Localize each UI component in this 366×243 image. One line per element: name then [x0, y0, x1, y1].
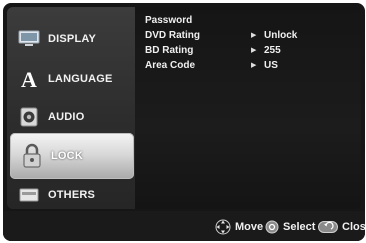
close-hint: Close	[318, 219, 365, 235]
setup-main-area: DISPLAY A LANGUAGE AUDIO LOCK OTHERS Pas…	[7, 7, 361, 209]
select-label: Select	[283, 221, 316, 233]
menu-item-label: DISPLAY	[48, 33, 97, 45]
menu-item-label: LANGUAGE	[48, 73, 113, 85]
menu-item-label: LOCK	[51, 150, 83, 162]
arrow-right-icon: ▶	[251, 32, 257, 39]
setup-menu: DISPLAY A LANGUAGE AUDIO LOCK OTHERS	[7, 7, 135, 209]
padlock-icon	[21, 143, 43, 168]
setting-name: BD Rating	[145, 45, 194, 56]
menu-item-language[interactable]: A LANGUAGE	[7, 59, 135, 99]
setting-value: 255	[264, 45, 281, 56]
setup-screen: DISPLAY A LANGUAGE AUDIO LOCK OTHERS Pas…	[3, 3, 365, 241]
setting-row-bd-rating[interactable]: BD Rating ▶ 255	[145, 45, 357, 59]
menu-item-others[interactable]: OTHERS	[7, 175, 135, 209]
arrow-right-icon: ▶	[251, 62, 257, 69]
setting-name: Password	[145, 15, 193, 26]
setting-row-password[interactable]: Password	[145, 15, 357, 29]
menu-item-label: AUDIO	[48, 111, 85, 123]
tv-icon	[18, 28, 40, 50]
setting-name: Area Code	[145, 60, 196, 71]
menu-item-audio[interactable]: AUDIO	[7, 97, 135, 137]
speaker-icon	[18, 106, 40, 128]
menu-item-display[interactable]: DISPLAY	[7, 19, 135, 59]
svg-text:A: A	[21, 68, 37, 90]
language-a-icon: A	[18, 68, 40, 90]
select-hint: Select	[265, 219, 315, 235]
setting-value: Unlock	[264, 30, 298, 41]
move-hint: Move	[215, 219, 263, 235]
arrow-right-icon: ▶	[251, 47, 257, 54]
move-label: Move	[235, 221, 264, 233]
button-guide-bar: Move Select Close	[3, 211, 365, 241]
enter-button-icon	[265, 220, 279, 234]
close-label: Close	[342, 221, 365, 233]
return-button-icon	[318, 221, 338, 233]
menu-item-lock[interactable]: LOCK	[10, 133, 134, 179]
setting-row-area-code[interactable]: Area Code ▶ US	[145, 60, 357, 74]
menu-item-label: OTHERS	[48, 189, 96, 201]
dpad-icon	[215, 219, 231, 235]
others-icon	[18, 184, 40, 206]
setting-name: DVD Rating	[145, 30, 200, 41]
setting-row-dvd-rating[interactable]: DVD Rating ▶ Unlock	[145, 30, 357, 44]
setting-value: US	[264, 60, 278, 71]
